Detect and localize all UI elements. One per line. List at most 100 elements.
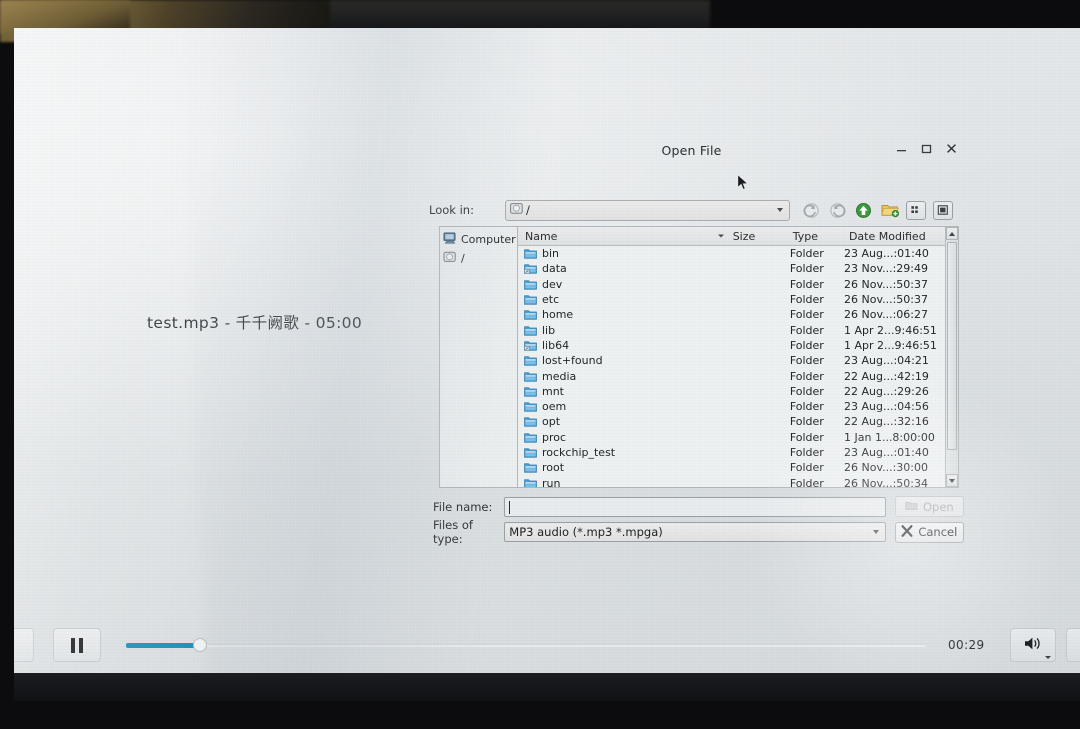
file-name-cell[interactable]: data (518, 262, 726, 275)
file-name-cell[interactable]: media (518, 370, 726, 383)
scroll-up-button[interactable] (946, 227, 958, 240)
file-name-cell[interactable]: lib (518, 324, 726, 337)
volume-button[interactable] (1010, 628, 1056, 662)
monitor-bottom-bezel (14, 673, 1080, 701)
dialog-title: Open File (661, 143, 722, 158)
column-header-size[interactable]: Size (717, 230, 786, 243)
file-list-row[interactable]: home Folder 26 Nov...:06:27 (518, 307, 958, 322)
file-name-cell[interactable]: mnt (518, 385, 726, 398)
seek-slider[interactable] (126, 635, 926, 655)
file-type-cell: Folder (789, 338, 824, 352)
chevron-down-icon[interactable] (872, 530, 879, 534)
open-file-dialog: Open File Look in: / Computer / Name Siz… (419, 136, 964, 546)
folder-icon (524, 478, 537, 487)
file-name-cell[interactable]: lib64 (518, 339, 726, 352)
file-name-text: opt (542, 415, 561, 429)
playlist-button[interactable] (1066, 628, 1080, 662)
file-list-row[interactable]: lib64 Folder 1 Apr 2...9:46:51 (518, 338, 958, 353)
file-type-cell: Folder (789, 277, 824, 291)
file-date-cell: 26 Nov...:30:00 (844, 461, 929, 475)
sidebar-item-root[interactable]: / (443, 249, 515, 268)
file-name-text: lost+found (542, 354, 603, 368)
file-list-row[interactable]: etc Folder 26 Nov...:50:37 (518, 292, 958, 307)
file-list-row[interactable]: rockchip_test Folder 23 Aug...:01:40 (518, 445, 958, 460)
file-list-row[interactable]: opt Folder 22 Aug...:32:16 (518, 414, 958, 429)
file-name-cell[interactable]: root (518, 461, 726, 474)
scrollbar-track[interactable] (946, 240, 958, 474)
chevron-down-icon[interactable] (777, 208, 783, 212)
file-list-scrollbar[interactable] (945, 227, 958, 487)
file-name-text: rockchip_test (542, 446, 616, 459)
file-name-cell[interactable]: opt (518, 415, 726, 428)
file-date-cell: 23 Nov...:29:49 (844, 262, 929, 276)
monitor-screen: test.mp3 - 千千阙歌 - 05:00 Open File Look i… (14, 28, 1080, 701)
column-header-name[interactable]: Name (518, 230, 726, 243)
file-name-cell[interactable]: home (518, 308, 726, 321)
file-name-text: mnt (542, 384, 564, 398)
folder-icon (524, 309, 537, 320)
file-name-row: File name: Open (419, 496, 964, 517)
file-list-row[interactable]: oem Folder 23 Aug...:04:56 (518, 399, 958, 414)
folder-icon (524, 401, 537, 412)
folder-icon (524, 462, 537, 473)
grid-view-icon[interactable] (906, 200, 926, 220)
file-list-row[interactable]: bin Folder 23 Aug...:01:40 (518, 246, 958, 261)
play-pause-button[interactable] (53, 628, 101, 662)
file-name-text: root (542, 461, 565, 475)
seek-handle[interactable] (193, 638, 207, 652)
file-list-row[interactable]: lost+found Folder 23 Aug...:04:21 (518, 353, 958, 368)
file-name-cell[interactable]: run (518, 477, 726, 487)
back-arrow-icon[interactable] (802, 201, 821, 220)
file-list-rows: bin Folder 23 Aug...:01:40 data Folder 23 Nov… (518, 246, 958, 487)
file-name-cell[interactable]: lost+found (518, 354, 726, 367)
file-name-cell[interactable]: dev (518, 278, 726, 291)
file-name-text: home (542, 308, 574, 322)
file-name-input[interactable] (504, 496, 886, 517)
folder-icon (524, 447, 537, 458)
file-type-cell: Folder (789, 262, 824, 276)
file-list-row[interactable]: mnt Folder 22 Aug...:29:26 (518, 384, 958, 399)
window-controls (895, 142, 958, 155)
dialog-titlebar: Open File (419, 136, 964, 190)
chevron-down-icon[interactable] (1045, 656, 1051, 659)
seek-track[interactable] (126, 644, 926, 647)
cancel-button[interactable]: Cancel (894, 521, 964, 543)
file-name-cell[interactable]: rockchip_test (518, 446, 726, 459)
parent-directory-icon[interactable] (854, 201, 873, 220)
minimize-icon[interactable] (895, 142, 908, 155)
file-list-row[interactable]: media Folder 22 Aug...:42:19 (518, 368, 958, 383)
player-controls-bar: 00:29 (14, 617, 1080, 673)
detail-view-icon[interactable] (933, 200, 953, 220)
file-list-row[interactable]: data Folder 23 Nov...:29:49 (518, 261, 958, 276)
file-list-row[interactable]: proc Folder 1 Jan 1...8:00:00 (518, 430, 958, 445)
forward-arrow-icon[interactable] (828, 201, 847, 220)
file-list-row[interactable]: dev Folder 26 Nov...:50:37 (518, 277, 958, 292)
file-list-row[interactable]: root Folder 26 Nov...:30:00 (518, 460, 958, 475)
scroll-down-button[interactable] (946, 474, 958, 487)
file-name-text: etc (542, 293, 560, 307)
sidebar-item-computer[interactable]: Computer (443, 230, 516, 249)
column-header-type[interactable]: Type (786, 230, 842, 243)
file-type-cell: Folder (789, 323, 824, 337)
file-date-cell: 22 Aug...:29:26 (844, 384, 929, 398)
scrollbar-thumb[interactable] (947, 242, 957, 450)
file-list-row[interactable]: lib Folder 1 Apr 2...9:46:51 (518, 322, 958, 337)
file-type-combobox[interactable]: MP3 audio (*.mp3 *.mpga) (504, 522, 886, 542)
file-date-cell: 23 Aug...:04:21 (844, 354, 929, 368)
file-name-cell[interactable]: etc (518, 293, 726, 306)
file-type-cell: Folder (789, 384, 824, 398)
column-header-date-modified[interactable]: Date Modified (842, 230, 958, 243)
maximize-icon[interactable] (920, 142, 933, 155)
file-name-cell[interactable]: proc (518, 431, 726, 444)
file-name-cell[interactable]: oem (518, 400, 726, 413)
file-date-cell: 22 Aug...:32:16 (844, 415, 929, 429)
new-folder-icon[interactable] (880, 201, 899, 220)
open-button[interactable]: Open (894, 496, 964, 517)
look-in-combobox[interactable]: / (505, 199, 790, 221)
previous-button[interactable] (14, 628, 34, 662)
close-icon[interactable] (945, 142, 958, 155)
file-name-cell[interactable]: bin (518, 247, 726, 260)
folder-icon (524, 248, 537, 259)
folder-icon (524, 355, 537, 366)
file-list-row[interactable]: run Folder 26 Nov...:50:34 (518, 475, 958, 487)
